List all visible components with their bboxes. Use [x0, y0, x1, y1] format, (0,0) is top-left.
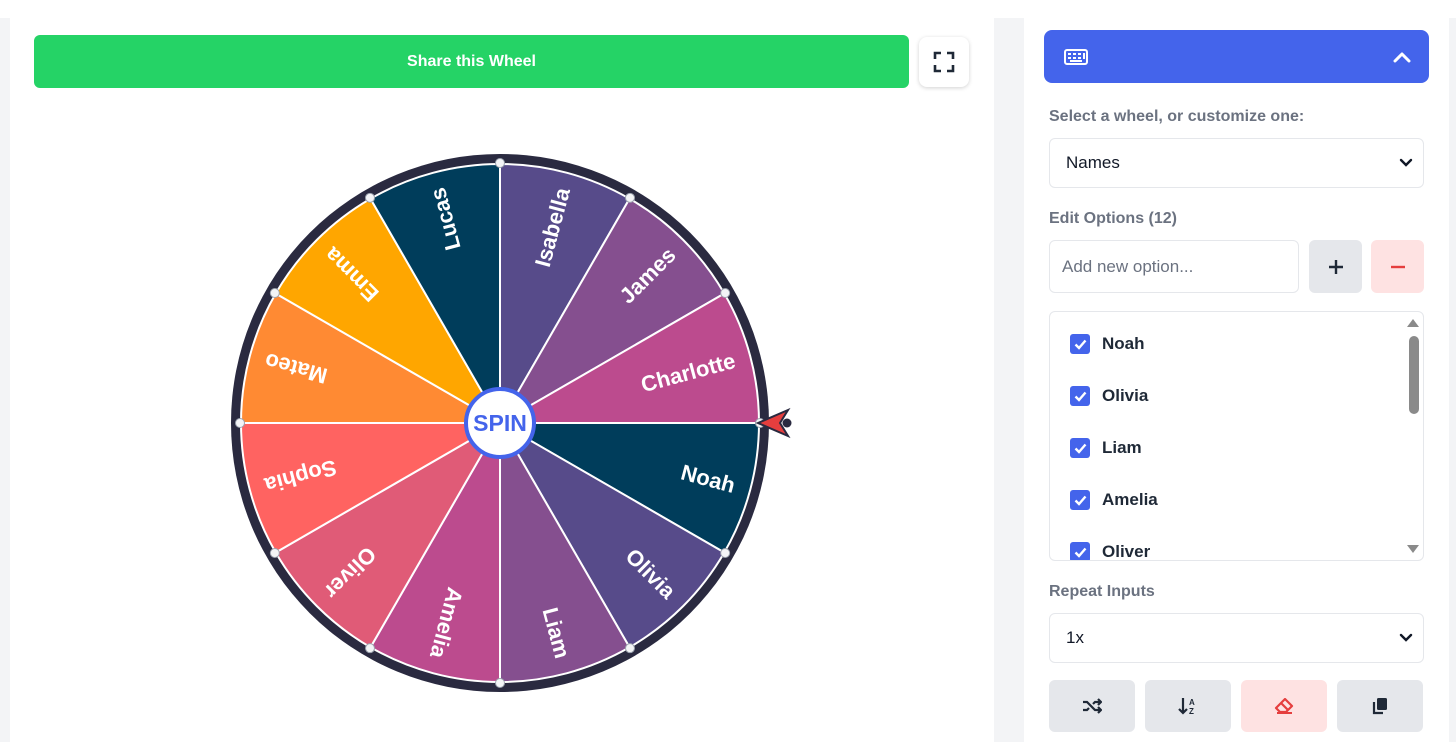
repeat-select[interactable]: 1x [1049, 613, 1424, 663]
rim-dot [720, 548, 731, 558]
list-item[interactable]: Noah [1070, 334, 1145, 354]
keyboard-icon [1064, 48, 1088, 65]
repeat-select-value: 1x [1066, 628, 1084, 647]
list-scrollbar[interactable] [1403, 312, 1423, 560]
list-item[interactable]: Liam [1070, 438, 1142, 458]
list-item[interactable]: Olivia [1070, 386, 1148, 406]
shuffle-icon [1083, 698, 1102, 714]
option-checkbox[interactable] [1070, 438, 1090, 458]
rim-dot [495, 678, 505, 688]
option-label: Olivia [1102, 386, 1149, 405]
option-checkbox[interactable] [1070, 542, 1090, 560]
minus-icon [1390, 265, 1405, 268]
rim-dot [235, 418, 245, 428]
scroll-thumb[interactable] [1409, 336, 1419, 414]
chevron-down-icon [1399, 633, 1413, 642]
select-wheel-label: Select a wheel, or customize one: [1049, 108, 1305, 125]
rim-dot [269, 288, 280, 298]
option-label: Amelia [1102, 490, 1158, 509]
rim-dot [720, 288, 731, 298]
sidebar-header[interactable] [1044, 30, 1429, 83]
wheel-select-value: Names [1066, 153, 1120, 172]
option-label: Noah [1102, 334, 1145, 353]
rim-dot [495, 158, 505, 168]
remove-option-button[interactable] [1371, 240, 1424, 293]
chevron-up-icon[interactable] [1393, 51, 1411, 63]
option-checkbox[interactable] [1070, 386, 1090, 406]
rim-dot [625, 192, 635, 203]
scroll-up-icon[interactable] [1407, 318, 1419, 327]
rim-dot [365, 192, 375, 203]
options-list[interactable]: Noah Olivia Liam Amelia Oliver [1049, 311, 1424, 561]
check-icon [1074, 495, 1086, 506]
edit-options-label: Edit Options (12) [1049, 210, 1177, 227]
list-item[interactable]: Amelia [1070, 490, 1158, 510]
rim-dot [365, 643, 375, 654]
option-label: Liam [1102, 438, 1142, 457]
svg-text:A: A [1189, 698, 1195, 707]
check-icon [1074, 547, 1086, 558]
sort-button[interactable]: A Z [1145, 680, 1231, 732]
rim-dot [625, 643, 635, 654]
spin-label: SPIN [473, 410, 527, 436]
scroll-down-icon[interactable] [1407, 545, 1419, 554]
option-checkbox[interactable] [1070, 334, 1090, 354]
add-option-input[interactable] [1049, 240, 1299, 293]
list-item[interactable]: Oliver [1070, 542, 1151, 561]
clear-button[interactable] [1241, 680, 1327, 732]
option-label: Oliver [1102, 542, 1151, 561]
check-icon [1074, 339, 1086, 350]
sort-alpha-icon: A Z [1178, 698, 1195, 715]
add-option-button[interactable] [1309, 240, 1362, 293]
spin-wheel[interactable]: NoahOliviaLiamAmeliaOliverSophiaMateoEmm… [0, 0, 1000, 742]
option-checkbox[interactable] [1070, 490, 1090, 510]
plus-icon [1328, 259, 1343, 274]
shuffle-button[interactable] [1049, 680, 1135, 732]
chevron-down-icon [1399, 158, 1413, 167]
wheel-select[interactable]: Names [1049, 138, 1424, 188]
eraser-icon [1274, 698, 1294, 714]
copy-button[interactable] [1337, 680, 1423, 732]
check-icon [1074, 443, 1086, 454]
repeat-inputs-label: Repeat Inputs [1049, 583, 1155, 600]
spin-button[interactable]: SPIN [464, 387, 536, 459]
check-icon [1074, 391, 1086, 402]
copy-icon [1372, 698, 1387, 715]
rim-dot [269, 548, 280, 558]
svg-text:Z: Z [1189, 707, 1194, 715]
